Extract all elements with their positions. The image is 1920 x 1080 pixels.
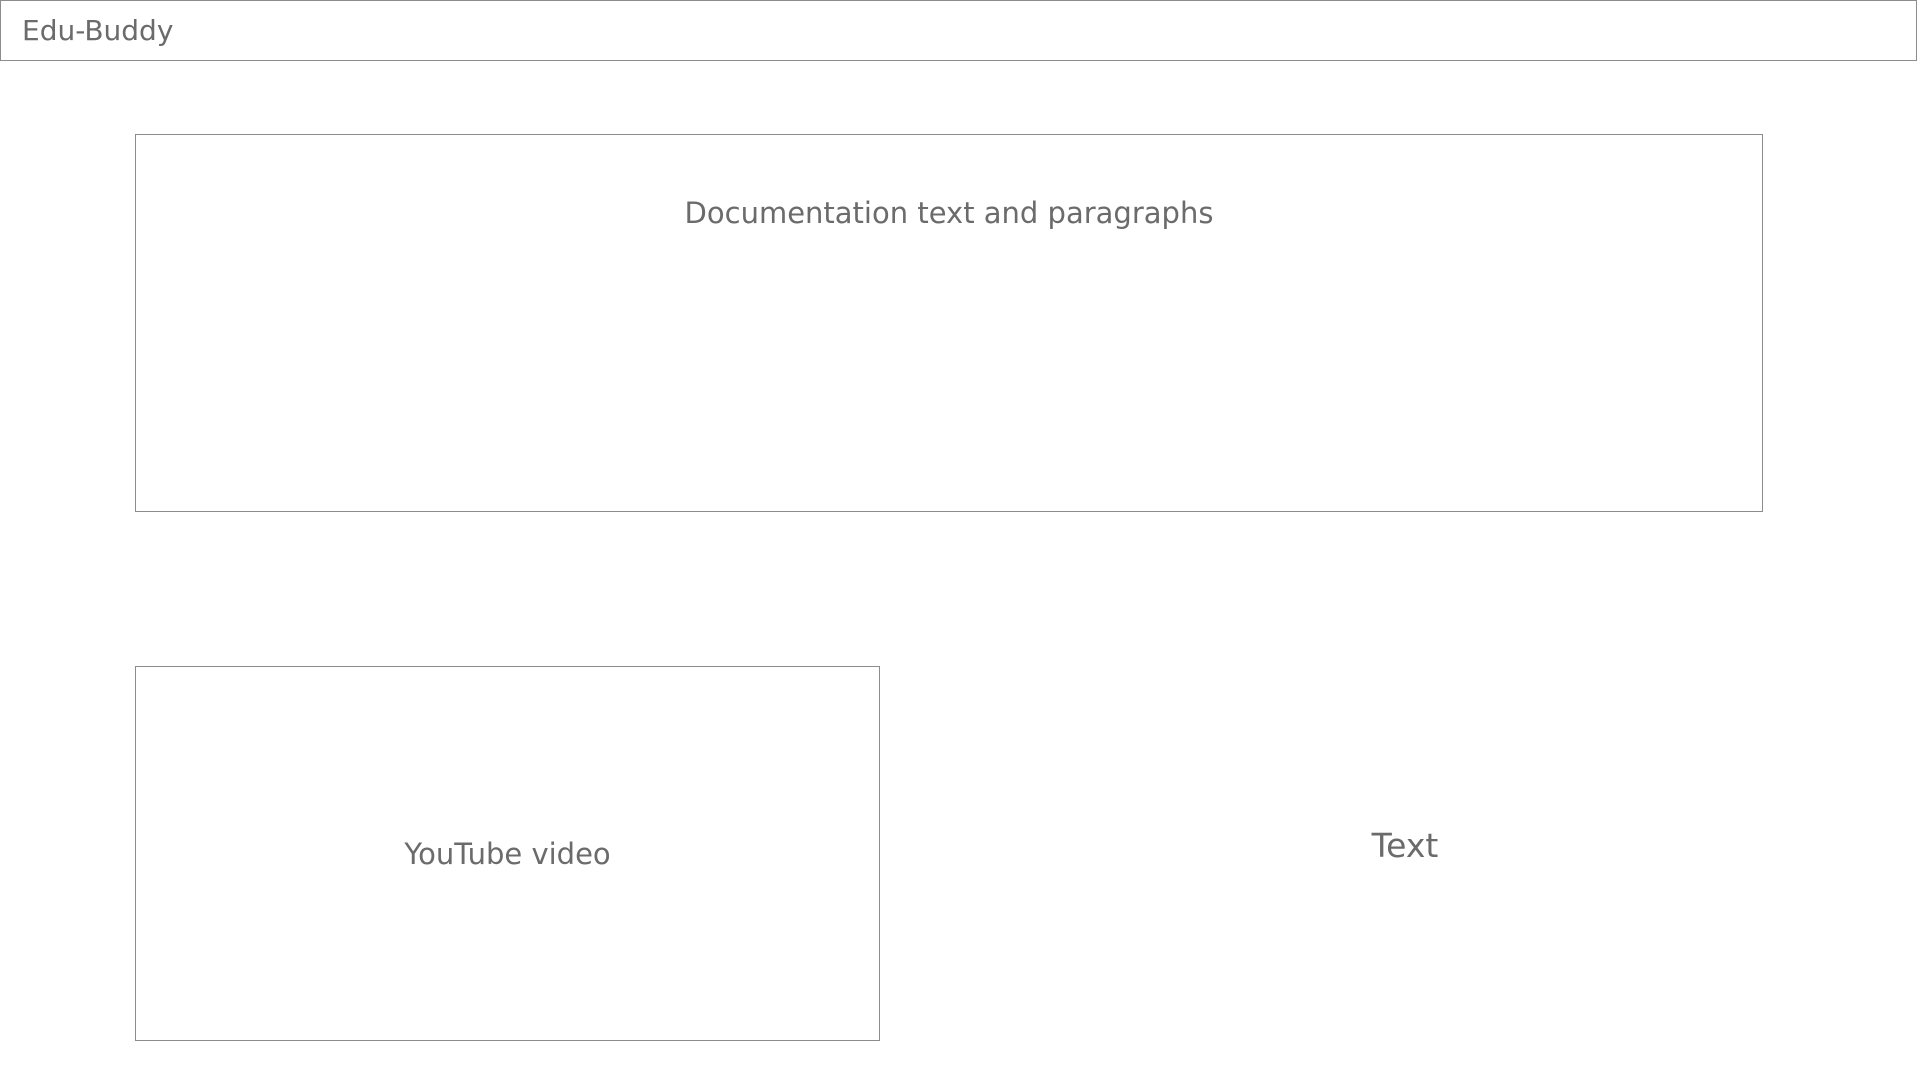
- app-title: Edu-Buddy: [22, 14, 174, 47]
- page: Edu-Buddy Documentation text and paragra…: [0, 0, 1920, 1080]
- documentation-text: Documentation text and paragraphs: [684, 196, 1214, 230]
- youtube-video-label: YouTube video: [404, 836, 611, 871]
- side-text: Text: [1371, 826, 1439, 865]
- youtube-video-placeholder[interactable]: YouTube video: [135, 666, 880, 1041]
- app-header: Edu-Buddy: [0, 0, 1917, 61]
- documentation-panel: Documentation text and paragraphs: [135, 134, 1763, 512]
